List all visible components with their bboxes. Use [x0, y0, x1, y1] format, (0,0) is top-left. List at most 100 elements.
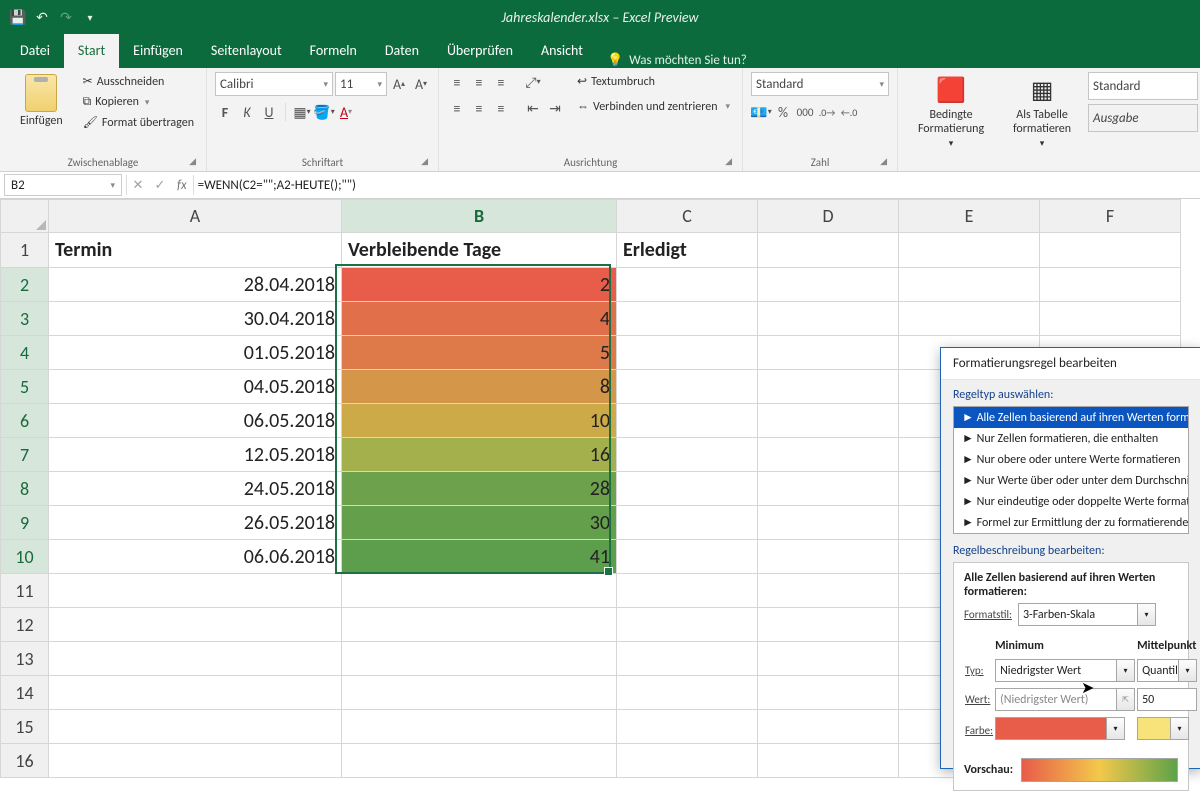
row-header-16[interactable]: 16: [1, 744, 49, 778]
dialog-launcher-icon[interactable]: ◢: [880, 156, 887, 167]
increase-indent-icon[interactable]: ⇥: [545, 98, 565, 118]
borders-button[interactable]: ▦▾: [292, 102, 312, 122]
cell-F1[interactable]: [1040, 233, 1181, 268]
cell-B15[interactable]: [342, 710, 617, 744]
tab-ansicht[interactable]: Ansicht: [527, 34, 597, 68]
fill-color-button[interactable]: 🪣▾: [314, 102, 334, 122]
row-header-10[interactable]: 10: [1, 540, 49, 574]
row-header-13[interactable]: 13: [1, 642, 49, 676]
cell-D16[interactable]: [758, 744, 899, 778]
dialog-launcher-icon[interactable]: ◢: [189, 156, 196, 167]
dialog-launcher-icon[interactable]: ◢: [725, 156, 732, 167]
format-as-table-button[interactable]: ▦ Als Tabelle formatieren▾: [1000, 72, 1084, 151]
cell-C11[interactable]: [617, 574, 758, 608]
rule-type-option[interactable]: ► Nur eindeutige oder doppelte Werte for…: [954, 491, 1188, 512]
cell-A7[interactable]: 12.05.2018: [49, 438, 342, 472]
number-format-combo[interactable]: Standard▾: [751, 72, 889, 96]
increase-decimal-icon[interactable]: .0→: [817, 102, 837, 122]
cell-A5[interactable]: 04.05.2018: [49, 370, 342, 404]
cell-B13[interactable]: [342, 642, 617, 676]
cell-B6[interactable]: 10: [342, 404, 617, 438]
bold-button[interactable]: F: [215, 102, 235, 122]
tab-seitenlayout[interactable]: Seitenlayout: [197, 34, 296, 68]
cell-B9[interactable]: 30: [342, 506, 617, 540]
cell-A1[interactable]: Termin: [49, 233, 342, 268]
underline-button[interactable]: U: [259, 102, 279, 122]
cell-C10[interactable]: [617, 540, 758, 574]
cell-B16[interactable]: [342, 744, 617, 778]
accounting-icon[interactable]: 💶▾: [751, 102, 771, 122]
cell-D6[interactable]: [758, 404, 899, 438]
cell-B1[interactable]: Verbleibende Tage: [342, 233, 617, 268]
rule-type-option[interactable]: ► Formel zur Ermittlung der zu formatier…: [954, 512, 1188, 533]
cell-B11[interactable]: [342, 574, 617, 608]
fill-handle[interactable]: [604, 567, 613, 576]
row-header-9[interactable]: 9: [1, 506, 49, 540]
cell-C16[interactable]: [617, 744, 758, 778]
cell-F2[interactable]: [1040, 268, 1181, 302]
cell-C2[interactable]: [617, 268, 758, 302]
cell-D5[interactable]: [758, 370, 899, 404]
cell-B8[interactable]: 28: [342, 472, 617, 506]
cell-A8[interactable]: 24.05.2018: [49, 472, 342, 506]
cell-C4[interactable]: [617, 336, 758, 370]
cell-C6[interactable]: [617, 404, 758, 438]
cell-D7[interactable]: [758, 438, 899, 472]
cell-D10[interactable]: [758, 540, 899, 574]
fx-icon[interactable]: fx: [171, 178, 193, 193]
row-header-12[interactable]: 12: [1, 608, 49, 642]
row-header-8[interactable]: 8: [1, 472, 49, 506]
cell-C15[interactable]: [617, 710, 758, 744]
row-header-3[interactable]: 3: [1, 302, 49, 336]
cell-A13[interactable]: [49, 642, 342, 676]
row-header-15[interactable]: 15: [1, 710, 49, 744]
merge-center-button[interactable]: ⇔Verbinden und zentrieren▾: [573, 97, 734, 116]
cell-E2[interactable]: [899, 268, 1040, 302]
min-color-combo[interactable]: ▾: [995, 717, 1125, 740]
tab-daten[interactable]: Daten: [371, 34, 433, 68]
min-type-combo[interactable]: Niedrigster Wert▾: [995, 659, 1135, 682]
format-painter-button[interactable]: 🖌Format übertragen: [79, 113, 198, 132]
font-color-button[interactable]: A▾: [336, 102, 356, 122]
name-box[interactable]: B2▾: [4, 174, 122, 196]
tell-me-search[interactable]: 💡Was möchten Sie tun?: [607, 53, 747, 68]
cell-A10[interactable]: 06.06.2018: [49, 540, 342, 574]
copy-button[interactable]: ⧉Kopieren▾: [79, 93, 198, 111]
col-header-C[interactable]: C: [617, 200, 758, 233]
cell-E1[interactable]: [899, 233, 1040, 268]
cell-D8[interactable]: [758, 472, 899, 506]
col-header-F[interactable]: F: [1040, 200, 1181, 233]
cell-B4[interactable]: 5: [342, 336, 617, 370]
font-name-combo[interactable]: Calibri▾: [215, 72, 333, 96]
row-header-5[interactable]: 5: [1, 370, 49, 404]
cell-A3[interactable]: 30.04.2018: [49, 302, 342, 336]
mid-type-combo[interactable]: Quantil▾: [1137, 659, 1197, 682]
cell-C7[interactable]: [617, 438, 758, 472]
align-bottom-icon[interactable]: ≡: [491, 72, 511, 92]
formula-input[interactable]: =WENN(C2="";A2-HEUTE();""): [194, 178, 1200, 193]
cell-C1[interactable]: Erledigt: [617, 233, 758, 268]
rule-type-list[interactable]: ► Alle Zellen basierend auf ihren Werten…: [953, 406, 1189, 534]
font-size-combo[interactable]: 11▾: [335, 72, 387, 96]
cell-A12[interactable]: [49, 608, 342, 642]
cell-D13[interactable]: [758, 642, 899, 676]
row-header-2[interactable]: 2: [1, 268, 49, 302]
row-header-4[interactable]: 4: [1, 336, 49, 370]
row-header-11[interactable]: 11: [1, 574, 49, 608]
col-header-B[interactable]: B: [342, 200, 617, 233]
col-header-E[interactable]: E: [899, 200, 1040, 233]
cell-D2[interactable]: [758, 268, 899, 302]
rule-type-option[interactable]: ► Nur Werte über oder unter dem Durchsch…: [954, 470, 1188, 491]
cell-C5[interactable]: [617, 370, 758, 404]
align-middle-icon[interactable]: ≡: [469, 72, 489, 92]
edit-formatting-rule-dialog[interactable]: Formatierungsregel bearbeiten Regeltyp a…: [940, 347, 1200, 769]
dialog-launcher-icon[interactable]: ◢: [421, 156, 428, 167]
rule-type-option[interactable]: ► Alle Zellen basierend auf ihren Werten…: [954, 407, 1188, 428]
cell-style-ausgabe[interactable]: Ausgabe: [1088, 104, 1198, 132]
cell-A11[interactable]: [49, 574, 342, 608]
col-header-D[interactable]: D: [758, 200, 899, 233]
align-center-icon[interactable]: ≡: [469, 98, 489, 118]
cell-D11[interactable]: [758, 574, 899, 608]
cancel-formula-button[interactable]: ✕: [127, 178, 149, 193]
cell-B7[interactable]: 16: [342, 438, 617, 472]
